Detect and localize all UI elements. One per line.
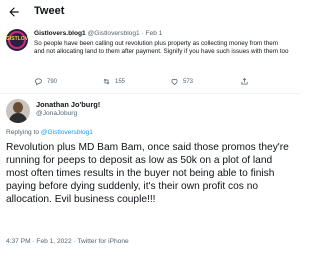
replying-to: Replying to @Gistloversblog1 [6, 129, 93, 136]
quoted-avatar[interactable]: GISTLOVER [6, 29, 28, 51]
tweet-timestamp[interactable]: 4:37 PM · Feb 1, 2022 · Twitter for iPho… [6, 238, 129, 245]
tweet-text: Revolution plus MD Bam Bam, once said th… [6, 142, 289, 205]
quoted-tweet[interactable]: GISTLOVER Gistlovers.blog1 @Gistloversbl… [6, 29, 294, 93]
reply-icon [35, 78, 42, 86]
share-button[interactable] [240, 77, 249, 86]
like-icon [171, 78, 178, 85]
avatar-body-shape [9, 113, 27, 123]
retweet-count: 155 [115, 78, 126, 85]
divider [0, 93, 300, 94]
reply-count: 790 [47, 78, 58, 85]
retweet-button[interactable]: 155 [102, 77, 125, 86]
author-display-name[interactable]: Jonathan Jo'burg! [36, 100, 100, 109]
top-bar: Tweet [0, 0, 300, 26]
page-title: Tweet [34, 5, 65, 17]
quoted-actions: 790 155 573 [34, 77, 294, 87]
author-avatar[interactable] [6, 99, 30, 123]
replying-to-prefix: Replying to [6, 129, 41, 136]
avatar-logo-text: GISTLOVER [6, 36, 28, 42]
quoted-display-name[interactable]: Gistlovers.blog1 [34, 30, 86, 37]
avatar-head-shape [13, 102, 23, 113]
quoted-header: Gistlovers.blog1 @Gistloversblog1 · Feb … [34, 30, 162, 37]
like-count: 573 [183, 78, 194, 85]
like-button[interactable]: 573 [170, 77, 193, 86]
retweet-icon [103, 78, 110, 85]
reply-button[interactable]: 790 [34, 77, 57, 86]
back-arrow-icon[interactable] [7, 5, 21, 19]
author-handle[interactable]: @JonaJoburg [36, 110, 77, 117]
quoted-date[interactable]: Feb 1 [146, 30, 163, 37]
quoted-tweet-text: So people have been calling out revoluti… [34, 40, 289, 56]
tweet-author: Jonathan Jo'burg! @JonaJoburg [6, 98, 294, 126]
meta-separator: · [141, 30, 144, 37]
quoted-handle[interactable]: @Gistloversblog1 [88, 30, 140, 37]
replying-to-link[interactable]: @Gistloversblog1 [41, 129, 93, 136]
share-icon [241, 77, 248, 85]
